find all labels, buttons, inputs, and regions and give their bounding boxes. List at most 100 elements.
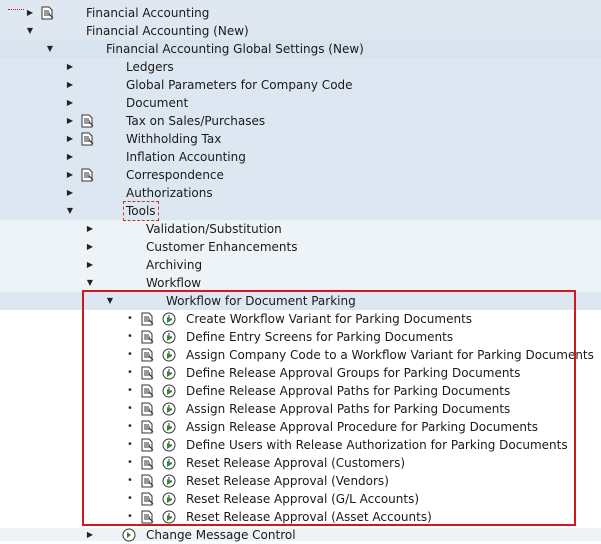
document-icon: [81, 168, 94, 182]
triangle-down-icon[interactable]: ▼: [26, 22, 34, 40]
document-icon[interactable]: [140, 348, 154, 362]
triangle-right-icon[interactable]: ▶: [86, 256, 94, 274]
activity-row[interactable]: • Define Release Approval Paths for Parki…: [0, 382, 601, 400]
tree-node-global-params[interactable]: ▶ Global Parameters for Company Code: [0, 76, 601, 94]
tree-node-global-settings[interactable]: ▼ Financial Accounting Global Settings (…: [0, 40, 601, 58]
activity-label: Define Release Approval Groups for Parki…: [186, 366, 521, 380]
triangle-down-icon[interactable]: ▼: [106, 292, 114, 310]
document-icon[interactable]: [140, 384, 154, 398]
clock-execute-icon[interactable]: [162, 348, 176, 362]
document-icon[interactable]: [140, 402, 154, 416]
document-icon[interactable]: [140, 312, 154, 326]
tree-node-change-message-control[interactable]: ▶ Change Message Control: [0, 526, 601, 544]
document-icon: [81, 132, 94, 146]
bullet-icon: •: [127, 367, 133, 378]
document-icon: [41, 6, 54, 20]
clock-execute-icon[interactable]: [122, 528, 136, 542]
clock-execute-icon[interactable]: [162, 366, 176, 380]
clock-execute-icon[interactable]: [162, 438, 176, 452]
tree-node-tax[interactable]: ▶ Tax on Sales/Purchases: [0, 112, 601, 130]
document-icon[interactable]: [140, 456, 154, 470]
activity-row[interactable]: • Reset Release Approval (Asset Accounts): [0, 508, 601, 526]
tree-label: Ledgers: [126, 60, 174, 74]
bullet-icon: •: [127, 457, 133, 468]
tree-label: Financial Accounting: [86, 6, 210, 20]
triangle-right-icon[interactable]: ▶: [66, 58, 74, 76]
tree-node-authorizations[interactable]: ▶ Authorizations: [0, 184, 601, 202]
triangle-right-icon[interactable]: ▶: [86, 220, 94, 238]
document-icon[interactable]: [140, 510, 154, 524]
document-icon[interactable]: [140, 492, 154, 506]
clock-execute-icon[interactable]: [162, 420, 176, 434]
document-icon[interactable]: [140, 438, 154, 452]
clock-execute-icon[interactable]: [162, 456, 176, 470]
tree-label: Inflation Accounting: [126, 150, 246, 164]
tree-node-archiving[interactable]: ▶ Archiving: [0, 256, 601, 274]
tree-label: Withholding Tax: [126, 132, 222, 146]
triangle-down-icon[interactable]: ▼: [66, 202, 74, 220]
clock-execute-icon[interactable]: [162, 510, 176, 524]
tree-label: Financial Accounting Global Settings (Ne…: [106, 42, 364, 56]
tree-label: Authorizations: [126, 186, 213, 200]
bullet-icon: •: [127, 493, 133, 504]
activity-row[interactable]: • Define Release Approval Groups for Park…: [0, 364, 601, 382]
tree-node-withholding[interactable]: ▶ Withholding Tax: [0, 130, 601, 148]
activity-row[interactable]: • Reset Release Approval (Customers): [0, 454, 601, 472]
triangle-right-icon[interactable]: ▶: [66, 148, 74, 166]
bullet-icon: •: [127, 331, 133, 342]
clock-execute-icon[interactable]: [162, 312, 176, 326]
document-icon[interactable]: [140, 474, 154, 488]
triangle-down-icon[interactable]: ▼: [46, 40, 54, 58]
triangle-right-icon[interactable]: ▶: [66, 76, 74, 94]
triangle-right-icon[interactable]: ▶: [86, 526, 94, 544]
tree-node-financial-accounting-new[interactable]: ▼ Financial Accounting (New): [0, 22, 601, 40]
triangle-right-icon[interactable]: ▶: [66, 94, 74, 112]
activity-row[interactable]: • Assign Release Approval Paths for Parki…: [0, 400, 601, 418]
document-icon[interactable]: [140, 420, 154, 434]
activity-row[interactable]: • Reset Release Approval (Vendors): [0, 472, 601, 490]
activity-label: Define Users with Release Authorization …: [186, 438, 568, 452]
activity-row[interactable]: • Reset Release Approval (G/L Accounts): [0, 490, 601, 508]
activity-row[interactable]: • Assign Release Approval Procedure for P…: [0, 418, 601, 436]
tree-node-validation[interactable]: ▶ Validation/Substitution: [0, 220, 601, 238]
activity-row[interactable]: • Assign Company Code to a Workflow Varia…: [0, 346, 601, 364]
tree-label: Validation/Substitution: [146, 222, 282, 236]
activity-row[interactable]: • Define Entry Screens for Parking Docume…: [0, 328, 601, 346]
triangle-right-icon[interactable]: ▶: [26, 4, 34, 22]
tree-label: Document: [126, 96, 189, 110]
document-icon[interactable]: [140, 330, 154, 344]
triangle-right-icon[interactable]: ▶: [66, 166, 74, 184]
tree-node-customer-enhancements[interactable]: ▶ Customer Enhancements: [0, 238, 601, 256]
clock-execute-icon[interactable]: [162, 384, 176, 398]
tree-node-workflow-parking[interactable]: ▼ Workflow for Document Parking: [0, 292, 601, 310]
bullet-icon: •: [127, 403, 133, 414]
activity-row[interactable]: • Create Workflow Variant for Parking Doc…: [0, 310, 601, 328]
clock-execute-icon[interactable]: [162, 330, 176, 344]
triangle-down-icon[interactable]: ▼: [86, 274, 94, 292]
tree-node-workflow[interactable]: ▼ Workflow: [0, 274, 601, 292]
tree-node-correspondence[interactable]: ▶ Correspondence: [0, 166, 601, 184]
activity-label: Reset Release Approval (Customers): [186, 456, 405, 470]
activity-row[interactable]: • Define Users with Release Authorization…: [0, 436, 601, 454]
tree-node-document[interactable]: ▶ Document: [0, 94, 601, 112]
bullet-icon: •: [127, 349, 133, 360]
tree-label: Tools: [123, 201, 159, 221]
tree-label: Tax on Sales/Purchases: [126, 114, 266, 128]
tree-node-ledgers[interactable]: ▶ Ledgers: [0, 58, 601, 76]
tree-node-inflation[interactable]: ▶ Inflation Accounting: [0, 148, 601, 166]
document-icon[interactable]: [140, 366, 154, 380]
clock-execute-icon[interactable]: [162, 402, 176, 416]
tree-node-financial-accounting[interactable]: ▶ Financial Accounting: [0, 4, 601, 22]
clock-execute-icon[interactable]: [162, 474, 176, 488]
triangle-right-icon[interactable]: ▶: [86, 238, 94, 256]
tree-node-tools[interactable]: ▼ Tools: [0, 201, 601, 221]
tree-label: Customer Enhancements: [146, 240, 298, 254]
activity-label: Assign Release Approval Paths for Parkin…: [186, 402, 511, 416]
clock-execute-icon[interactable]: [162, 492, 176, 506]
triangle-right-icon[interactable]: ▶: [66, 112, 74, 130]
triangle-right-icon[interactable]: ▶: [66, 184, 74, 202]
bullet-icon: •: [127, 511, 133, 522]
activity-label: Create Workflow Variant for Parking Docu…: [186, 312, 473, 326]
activity-label: Reset Release Approval (G/L Accounts): [186, 492, 420, 506]
triangle-right-icon[interactable]: ▶: [66, 130, 74, 148]
